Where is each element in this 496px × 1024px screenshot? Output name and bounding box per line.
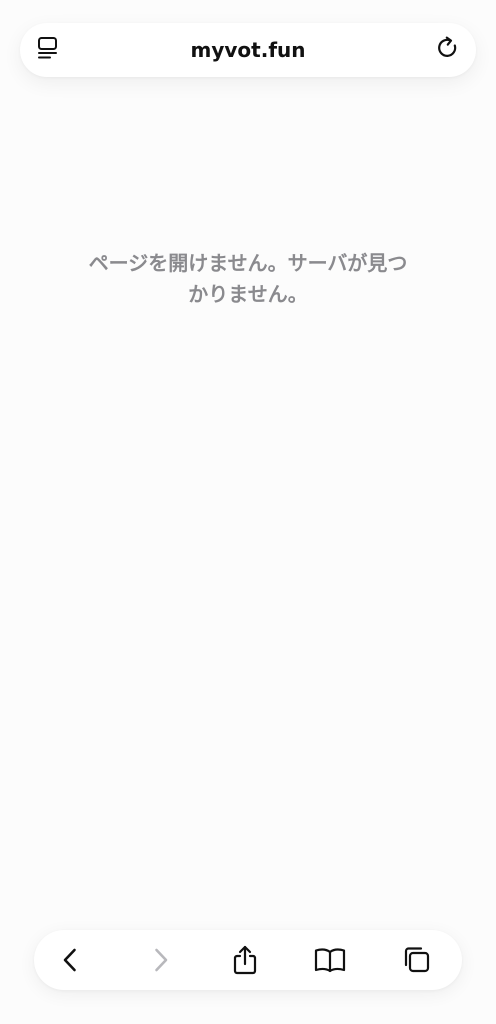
forward-button[interactable]	[138, 938, 182, 982]
back-button[interactable]	[49, 938, 93, 982]
error-message: ページを開けません。サーバが見つ かりません。	[88, 251, 408, 306]
forward-icon	[146, 946, 174, 974]
page-menu-button[interactable]	[29, 31, 67, 69]
back-icon	[57, 946, 85, 974]
tabs-button[interactable]	[394, 938, 438, 982]
reload-button[interactable]	[429, 31, 467, 69]
page-menu-icon	[35, 35, 61, 65]
share-icon	[230, 944, 260, 976]
bookmarks-icon	[313, 945, 347, 975]
reload-icon	[435, 35, 461, 65]
share-button[interactable]	[223, 938, 267, 982]
bottom-toolbar	[34, 930, 462, 990]
browser-screen: myvot.fun ページを開けません。サーバが見つ かりません。	[0, 0, 496, 1024]
url-text[interactable]: myvot.fun	[100, 23, 396, 77]
tabs-icon	[400, 944, 432, 976]
address-bar[interactable]: myvot.fun	[20, 23, 476, 77]
bookmarks-button[interactable]	[308, 938, 352, 982]
